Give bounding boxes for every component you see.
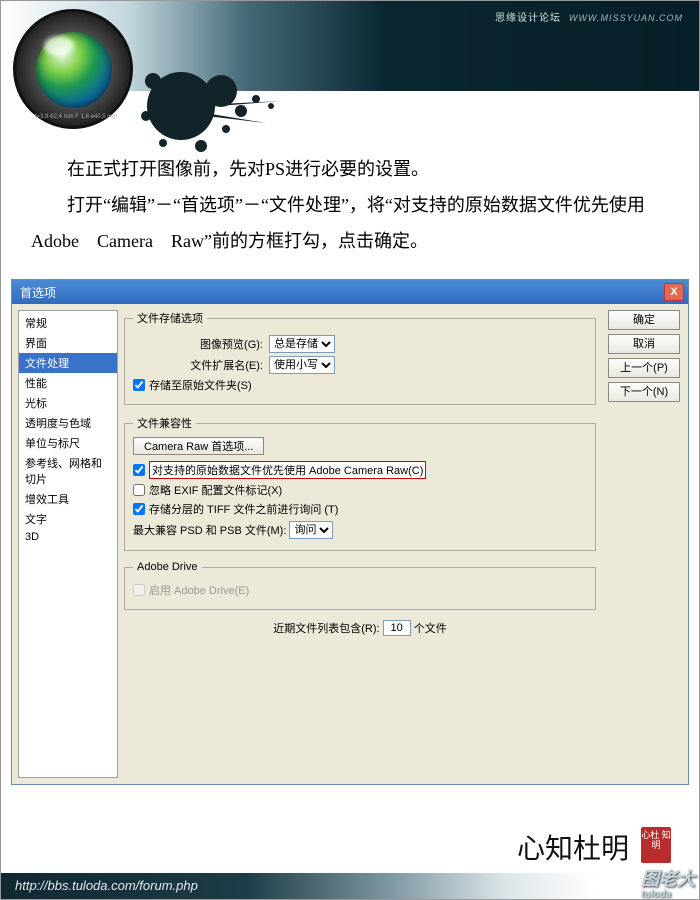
- file-save-options-group: 文件存储选项 图像预览(G): 总是存储 文件扩展名(E): 使用小写 存储至原…: [124, 310, 596, 405]
- file-compat-legend: 文件兼容性: [133, 415, 196, 431]
- file-ext-select[interactable]: 使用小写: [269, 356, 335, 374]
- cancel-button[interactable]: 取消: [608, 334, 680, 354]
- signature-calligraphy: 心知杜明: [517, 827, 629, 867]
- max-psd-select[interactable]: 询问: [289, 521, 333, 539]
- dialog-titlebar[interactable]: 首选项 X: [12, 280, 688, 304]
- file-compat-group: 文件兼容性 Camera Raw 首选项... 对支持的原始数据文件优先使用 A…: [124, 415, 596, 551]
- ink-splat-decoration: [131, 51, 291, 171]
- sidebar-item-general[interactable]: 常规: [19, 313, 117, 333]
- page-root: 思缘设计论坛 WWW.MISSYUAN.COM f=3,9-62,4 mm F …: [0, 0, 700, 900]
- article-p1: 在正式打开图像前，先对PS进行必要的设置。: [31, 151, 669, 187]
- footer-logo-zh: 图老大: [641, 869, 695, 889]
- camera-raw-prefs-button[interactable]: Camera Raw 首选项...: [133, 437, 264, 455]
- sidebar-item-3d[interactable]: 3D: [19, 529, 117, 545]
- prefer-acr-checkbox[interactable]: [133, 464, 145, 476]
- recent-files-label-a: 近期文件列表包含(R):: [273, 620, 379, 636]
- image-preview-label: 图像预览(G):: [133, 336, 263, 352]
- category-sidebar: 常规 界面 文件处理 性能 光标 透明度与色域 单位与标尺 参考线、网格和切片 …: [18, 310, 118, 778]
- ignore-exif-checkbox[interactable]: [133, 484, 145, 496]
- dialog-title: 首选项: [16, 284, 56, 301]
- recent-files-label-b: 个文件: [414, 620, 447, 636]
- sidebar-item-file-handling[interactable]: 文件处理: [19, 353, 117, 373]
- prev-button[interactable]: 上一个(P): [608, 358, 680, 378]
- preferences-dialog: 首选项 X 常规 界面 文件处理 性能 光标 透明度与色域 单位与标尺 参考线、…: [11, 279, 689, 785]
- prefer-acr-label: 对支持的原始数据文件优先使用 Adobe Camera Raw(C): [149, 461, 426, 479]
- sidebar-item-performance[interactable]: 性能: [19, 373, 117, 393]
- sidebar-item-type[interactable]: 文字: [19, 509, 117, 529]
- recent-files-count-input[interactable]: [383, 620, 411, 636]
- file-ext-label: 文件扩展名(E):: [133, 357, 263, 373]
- settings-main-panel: 确定 取消 上一个(P) 下一个(N) 文件存储选项 图像预览(G): 总是存储…: [124, 304, 688, 784]
- lens-ring: f=3,9-62,4 mm F 1,6 e40,5 mm: [13, 9, 133, 129]
- sidebar-item-transparency[interactable]: 透明度与色域: [19, 413, 117, 433]
- lens-highlight: [44, 36, 74, 56]
- footer-url: http://bbs.tuloda.com/forum.php: [15, 878, 198, 893]
- dialog-button-column: 确定 取消 上一个(P) 下一个(N): [608, 310, 680, 406]
- sidebar-item-interface[interactable]: 界面: [19, 333, 117, 353]
- enable-drive-label: 启用 Adobe Drive(E): [149, 582, 249, 598]
- ask-tiff-checkbox[interactable]: [133, 503, 145, 515]
- file-save-legend: 文件存储选项: [133, 310, 207, 326]
- ignore-exif-label: 忽略 EXIF 配置文件标记(X): [149, 482, 282, 498]
- adobe-drive-legend: Adobe Drive: [133, 561, 202, 573]
- close-button[interactable]: X: [664, 283, 684, 301]
- site-name: 思缘设计论坛: [495, 13, 561, 24]
- save-to-original-checkbox[interactable]: [133, 379, 145, 391]
- sidebar-item-guides[interactable]: 参考线、网格和切片: [19, 453, 117, 489]
- image-preview-select[interactable]: 总是存储: [269, 335, 335, 353]
- sidebar-item-units[interactable]: 单位与标尺: [19, 433, 117, 453]
- lens-ring-text: f=3,9-62,4 mm F 1,6 e40,5 mm: [16, 114, 136, 120]
- site-url: WWW.MISSYUAN.COM: [569, 13, 683, 23]
- sidebar-item-plugins[interactable]: 增效工具: [19, 489, 117, 509]
- dialog-body: 常规 界面 文件处理 性能 光标 透明度与色域 单位与标尺 参考线、网格和切片 …: [12, 304, 688, 784]
- next-button[interactable]: 下一个(N): [608, 382, 680, 402]
- save-to-original-label: 存储至原始文件夹(S): [149, 377, 252, 393]
- enable-drive-checkbox: [133, 584, 145, 596]
- adobe-drive-group: Adobe Drive 启用 Adobe Drive(E): [124, 561, 596, 610]
- header-site-label: 思缘设计论坛 WWW.MISSYUAN.COM: [495, 9, 683, 24]
- ask-tiff-label: 存储分层的 TIFF 文件之前进行询问 (T): [149, 501, 338, 517]
- footer-logo: 图老大 tuloda: [641, 866, 695, 897]
- footer-logo-en: tuloda: [641, 892, 695, 897]
- red-seal-stamp: 心杜 知明: [641, 827, 671, 863]
- camera-lens-graphic: f=3,9-62,4 mm F 1,6 e40,5 mm: [13, 9, 143, 139]
- ok-button[interactable]: 确定: [608, 310, 680, 330]
- footer-bar: http://bbs.tuloda.com/forum.php 图老大 tulo…: [1, 873, 700, 899]
- article-p2: 打开“编辑”－“首选项”－“文件处理”，将“对支持的原始数据文件优先使用Adob…: [31, 187, 669, 259]
- max-psd-label: 最大兼容 PSD 和 PSB 文件(M):: [133, 522, 286, 538]
- sidebar-item-cursors[interactable]: 光标: [19, 393, 117, 413]
